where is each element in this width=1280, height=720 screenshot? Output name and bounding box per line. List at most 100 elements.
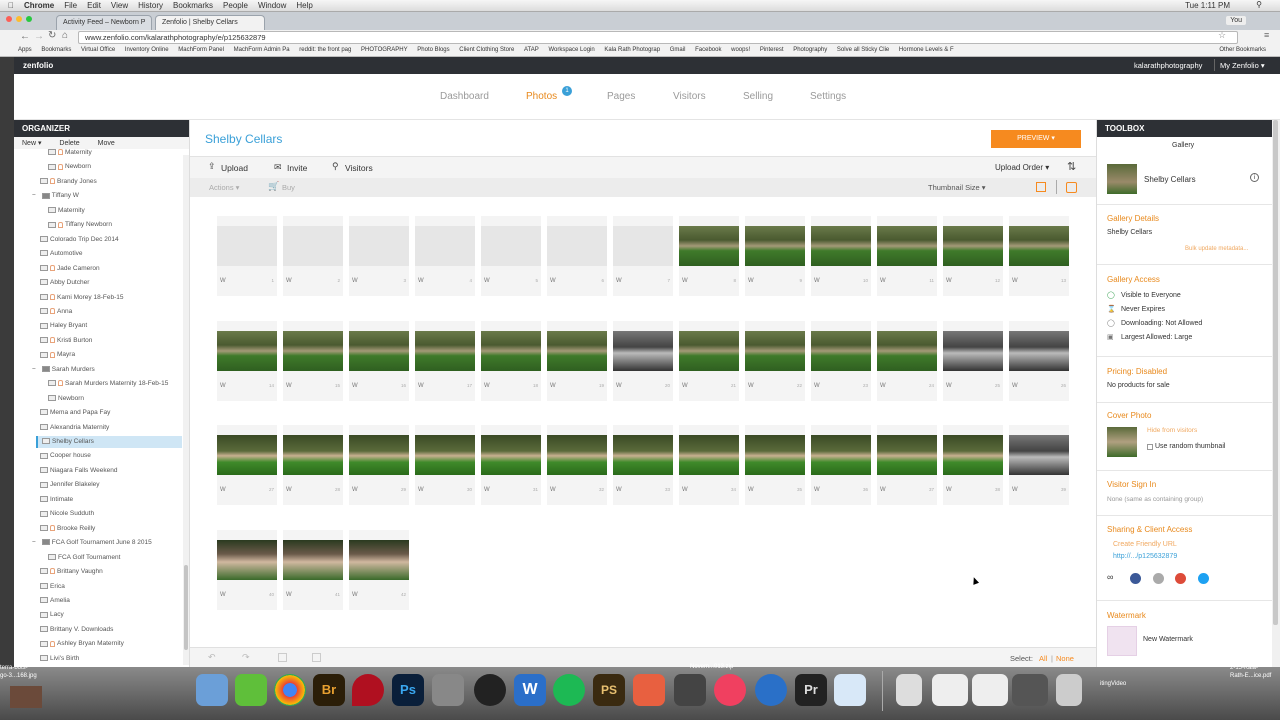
- bookmark-item[interactable]: Photography: [793, 45, 827, 53]
- tree-gallery-item[interactable]: Automotive: [14, 248, 182, 260]
- tree-gallery-item[interactable]: Maternity: [14, 205, 182, 217]
- bookmark-item[interactable]: Virtual Office: [81, 45, 115, 53]
- stack-icon[interactable]: [932, 674, 968, 706]
- bookmark-item[interactable]: Bookmarks: [41, 45, 71, 53]
- tree-gallery-item[interactable]: Erica: [14, 581, 182, 593]
- url-field[interactable]: www.zenfolio.com/kalarathphotography/e/p…: [78, 31, 1238, 44]
- tree-gallery-item[interactable]: Newborn: [14, 161, 182, 173]
- photo-thumbnail[interactable]: W3: [349, 216, 409, 296]
- select-none-link[interactable]: None: [1056, 654, 1074, 663]
- photo-thumbnail[interactable]: W 24: [877, 320, 937, 401]
- organizer-scrollbar[interactable]: [183, 155, 189, 665]
- thumbnail-size-dropdown[interactable]: Thumbnail Size ▾: [928, 183, 986, 192]
- photo-thumbnail[interactable]: W 33: [613, 425, 673, 505]
- tree-gallery-item[interactable]: Lacy: [14, 609, 182, 621]
- imovie-icon[interactable]: [674, 674, 706, 706]
- app-icon[interactable]: [633, 674, 665, 706]
- tab-zenfolio[interactable]: Zenfolio | Shelby Cellars: [155, 15, 265, 30]
- tree-gallery-item[interactable]: Brandy Jones: [14, 176, 182, 188]
- photo-image[interactable]: [415, 226, 475, 266]
- grid-large-icon[interactable]: [1066, 182, 1077, 193]
- photo-thumbnail[interactable]: W 16: [349, 320, 409, 401]
- collapse-icon[interactable]: −: [32, 366, 36, 373]
- tree-gallery-item[interactable]: Kristi Burton: [14, 335, 182, 347]
- photo-image[interactable]: [745, 226, 805, 266]
- photo-image[interactable]: [217, 330, 277, 371]
- gallery-url-link[interactable]: http://.../p125632879: [1113, 553, 1177, 560]
- account-name[interactable]: kalarathphotography: [1134, 61, 1202, 70]
- photo-image[interactable]: [1009, 435, 1069, 475]
- photo-thumbnail[interactable]: W 18: [481, 320, 541, 401]
- photo-thumbnail[interactable]: W 15: [283, 320, 343, 401]
- photo-thumbnail[interactable]: W5: [481, 216, 541, 296]
- photo-image[interactable]: [877, 226, 937, 266]
- photo-image[interactable]: [811, 226, 871, 266]
- photo-thumbnail[interactable]: W 23: [811, 320, 871, 401]
- tree-gallery-item[interactable]: Intimate: [14, 494, 182, 506]
- tree-gallery-item[interactable]: Ashley Bryan Maternity: [14, 638, 182, 650]
- visitors-button[interactable]: Visitors: [345, 163, 373, 173]
- organizer-scroll-thumb[interactable]: [184, 565, 188, 650]
- dock-file-label[interactable]: Novem...013.zip: [690, 664, 733, 670]
- cloud-icon[interactable]: [834, 674, 866, 706]
- pricing-title[interactable]: Pricing: Disabled: [1107, 367, 1167, 376]
- cart-icon[interactable]: 🛒: [268, 181, 279, 192]
- photo-thumbnail[interactable]: W 38: [943, 425, 1003, 505]
- photo-thumbnail[interactable]: W4: [415, 216, 475, 296]
- bookmark-item[interactable]: Facebook: [695, 45, 721, 53]
- photo-thumbnail[interactable]: W 29: [349, 425, 409, 505]
- tree-gallery-item[interactable]: Abby Dutcher: [14, 277, 182, 289]
- photo-image[interactable]: [217, 226, 277, 266]
- tree-gallery-item[interactable]: Brittany V. Downloads: [14, 624, 182, 636]
- menu-edit[interactable]: Edit: [87, 1, 101, 10]
- photo-image[interactable]: [349, 226, 409, 266]
- quicktime-icon[interactable]: [755, 674, 787, 706]
- photo-image[interactable]: [679, 226, 739, 266]
- twitter-icon[interactable]: [1198, 573, 1209, 584]
- bookmark-item[interactable]: Gmail: [670, 45, 686, 53]
- nav-pages[interactable]: Pages: [607, 91, 635, 102]
- tree-gallery-item[interactable]: Livi's Birth: [14, 653, 182, 665]
- photo-image[interactable]: [877, 435, 937, 475]
- my-zenfolio-menu[interactable]: My Zenfolio ▾: [1220, 61, 1265, 70]
- photo-thumbnail[interactable]: W 39: [1009, 425, 1069, 505]
- photo-thumbnail[interactable]: W 41: [283, 529, 343, 610]
- page-scroll-thumb[interactable]: [1273, 120, 1278, 625]
- photo-thumbnail[interactable]: W2: [283, 216, 343, 296]
- menu-bookmarks[interactable]: Bookmarks: [173, 1, 213, 10]
- bookmark-item[interactable]: Inventory Online: [125, 45, 169, 53]
- tree-gallery-item[interactable]: Colorado Trip Dec 2014: [14, 234, 182, 246]
- photo-thumbnail[interactable]: W 27: [217, 425, 277, 505]
- photo-image[interactable]: [679, 435, 739, 475]
- photo-image[interactable]: [547, 435, 607, 475]
- photoshop-icon[interactable]: Ps: [392, 674, 424, 706]
- photo-thumbnail[interactable]: W 25: [943, 320, 1003, 401]
- upload-button[interactable]: Upload: [221, 163, 248, 173]
- tree-gallery-item[interactable]: Amelia: [14, 595, 182, 607]
- tree-gallery-item[interactable]: Jade Cameron: [14, 263, 182, 275]
- bookmark-item[interactable]: Hormone Levels & F: [899, 45, 954, 53]
- menu-view[interactable]: View: [111, 1, 128, 10]
- link-icon[interactable]: ∞: [1107, 572, 1113, 582]
- profile-button[interactable]: You: [1226, 16, 1246, 25]
- nav-settings[interactable]: Settings: [810, 91, 846, 102]
- buy-button[interactable]: Buy: [282, 183, 295, 192]
- google-plus-icon[interactable]: [1175, 573, 1186, 584]
- app-icon[interactable]: [235, 674, 267, 706]
- organizer-delete-button[interactable]: Delete: [59, 140, 79, 147]
- grid-small-icon[interactable]: [1036, 182, 1046, 192]
- photo-image[interactable]: [811, 330, 871, 371]
- zenfolio-logo[interactable]: zenfolio: [23, 61, 53, 70]
- bridge-icon[interactable]: Br: [313, 674, 345, 706]
- mov-file-icon[interactable]: [896, 674, 922, 706]
- hide-from-visitors-link[interactable]: Hide from visitors: [1147, 427, 1197, 434]
- tree-group[interactable]: − FCA Golf Tournament June 8 2015: [14, 537, 182, 549]
- back-icon[interactable]: ←: [20, 31, 30, 42]
- gallery-details-title[interactable]: Gallery Details: [1107, 214, 1159, 223]
- word-icon[interactable]: W: [514, 674, 546, 706]
- photo-image[interactable]: [349, 539, 409, 580]
- bookmark-item[interactable]: reddit: the front pag: [299, 45, 351, 53]
- tree-group[interactable]: − Tiffany W: [14, 190, 182, 202]
- desktop-file-label[interactable]: itingVideo: [1100, 681, 1126, 687]
- apple-icon[interactable]: : [8, 1, 14, 10]
